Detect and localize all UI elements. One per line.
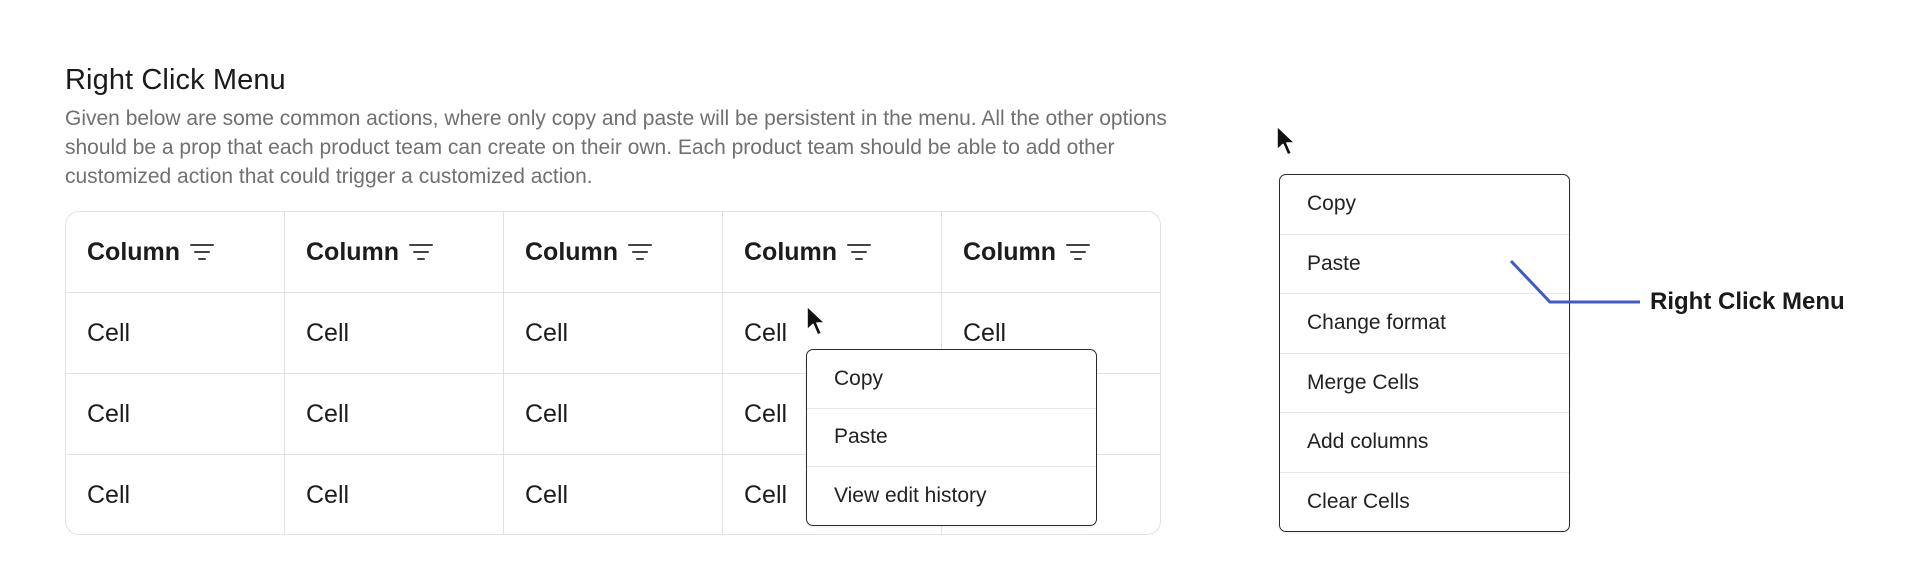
table-cell[interactable]: Cell <box>66 293 285 373</box>
section-description: Given below are some common actions, whe… <box>65 107 1167 188</box>
filter-icon[interactable] <box>190 243 215 261</box>
table-cell[interactable]: Cell <box>504 374 723 454</box>
table-cell[interactable]: Cell <box>285 293 504 373</box>
mouse-pointer-icon <box>1276 125 1296 156</box>
column-header[interactable]: Column <box>723 212 942 292</box>
filter-icon[interactable] <box>628 243 653 261</box>
callout-connector <box>1509 259 1640 304</box>
filter-icon[interactable] <box>1066 243 1091 261</box>
column-header-label: Column <box>963 237 1057 266</box>
table-cell[interactable]: Cell <box>504 293 723 373</box>
column-header[interactable]: Column <box>285 212 504 292</box>
column-header[interactable]: Column <box>942 212 1160 292</box>
column-header-label: Column <box>306 237 400 266</box>
filter-icon[interactable] <box>409 243 434 261</box>
menu-item-paste[interactable]: Paste <box>807 409 1096 467</box>
menu-item-clear-cells[interactable]: Clear Cells <box>1280 473 1569 532</box>
filter-icon[interactable] <box>847 243 872 261</box>
table-cell[interactable]: Cell <box>66 374 285 454</box>
table-cell[interactable]: Cell <box>285 455 504 534</box>
section-title: Right Click Menu <box>65 64 286 96</box>
table-cell[interactable]: Cell <box>66 455 285 534</box>
column-header[interactable]: Column <box>504 212 723 292</box>
column-header-label: Column <box>87 237 181 266</box>
menu-item-merge-cells[interactable]: Merge Cells <box>1280 354 1569 413</box>
mouse-pointer-icon <box>806 305 826 336</box>
table-cell[interactable]: Cell <box>285 374 504 454</box>
menu-item-copy[interactable]: Copy <box>807 350 1096 409</box>
callout-label: Right Click Menu <box>1650 288 1845 315</box>
context-menu-full: Copy Paste Change format Merge Cells Add… <box>1279 174 1570 532</box>
column-header-label: Column <box>525 237 619 266</box>
menu-item-copy[interactable]: Copy <box>1280 175 1569 235</box>
menu-item-view-edit-history[interactable]: View edit history <box>807 467 1096 525</box>
table-header-row: Column Column Column Column Column <box>66 212 1160 293</box>
menu-item-add-columns[interactable]: Add columns <box>1280 413 1569 473</box>
context-menu-small: Copy Paste View edit history <box>806 349 1097 526</box>
column-header-label: Column <box>744 237 838 266</box>
table-cell[interactable]: Cell <box>504 455 723 534</box>
column-header[interactable]: Column <box>66 212 285 292</box>
